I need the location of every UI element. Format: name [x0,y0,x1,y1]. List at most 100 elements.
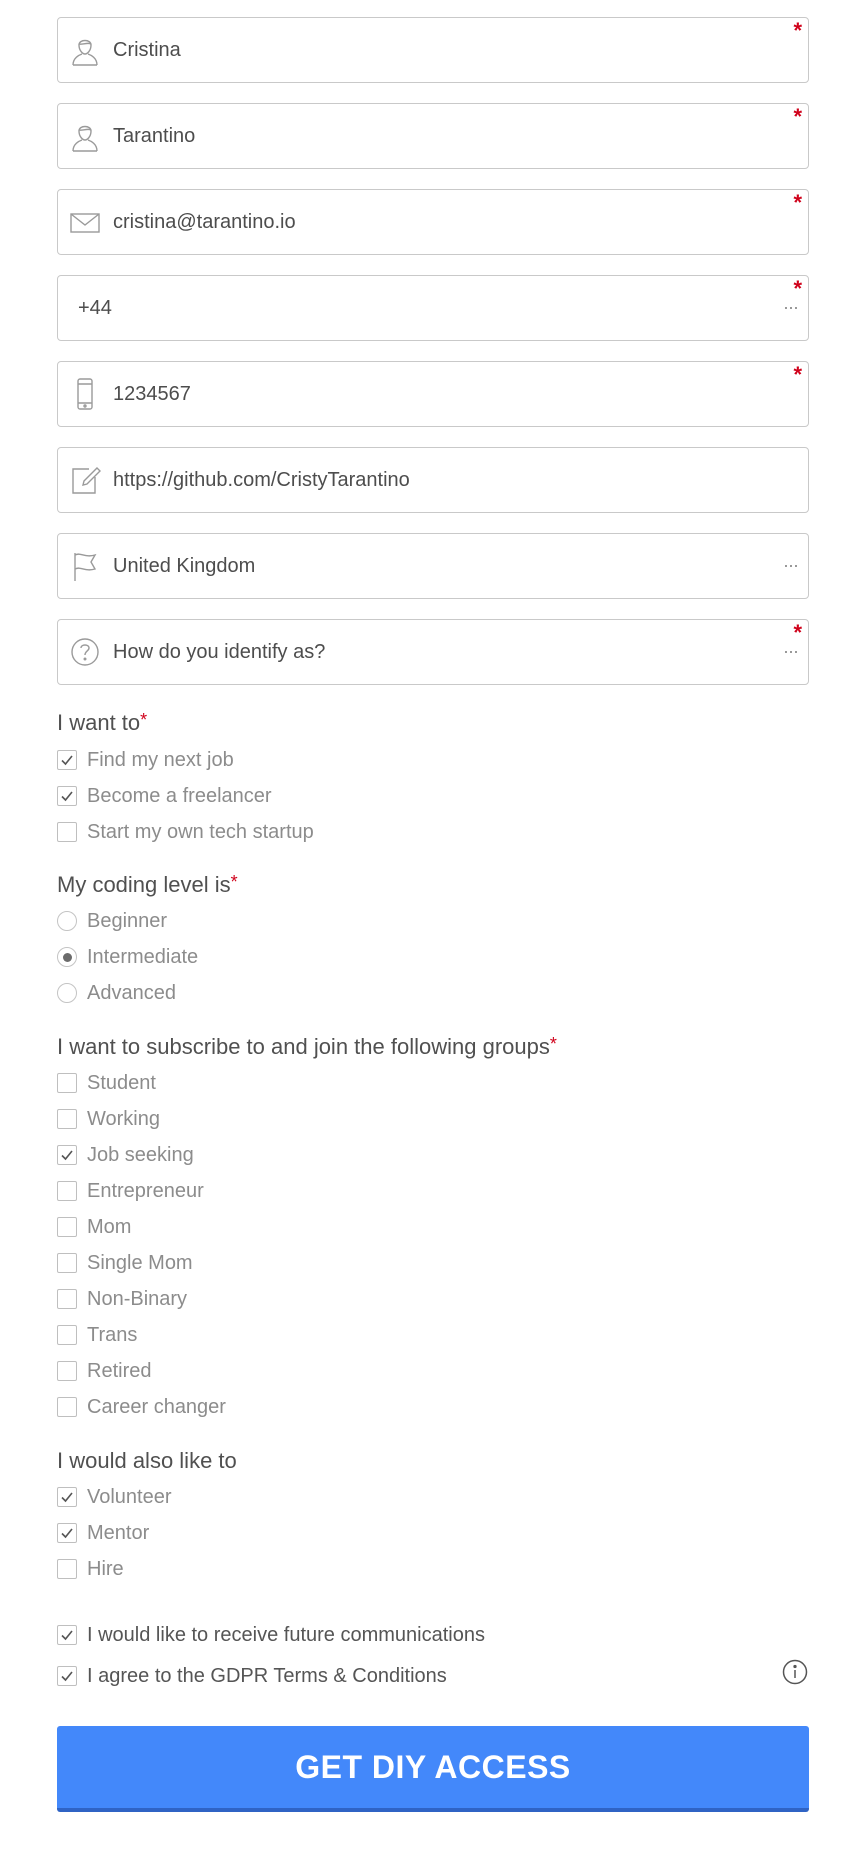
option-label: Mentor [87,1521,150,1544]
country-value: United Kingdom [113,554,256,577]
first-name-value: Cristina [113,38,181,61]
groups-option[interactable]: Entrepreneur [57,1176,204,1206]
want-to-option[interactable]: Find my next job [57,745,234,775]
checkbox[interactable] [57,1289,77,1309]
country-code-select[interactable]: +44 * ··· [57,275,809,341]
radio-button[interactable] [57,911,77,931]
groups-option[interactable]: Job seeking [57,1140,194,1170]
email-value: cristina@tarantino.io [113,210,296,233]
check-icon [61,1492,73,1503]
checkbox[interactable] [57,1625,77,1645]
option-label: Non-Binary [87,1287,188,1310]
checkbox[interactable] [57,750,77,770]
ellipsis-icon: ··· [783,555,799,575]
ellipsis-icon: ··· [783,297,799,317]
option-label: Retired [87,1359,152,1382]
option-label: Single Mom [87,1251,193,1274]
country-select[interactable]: United Kingdom ··· [57,533,809,599]
email-field[interactable]: cristina@tarantino.io * [57,189,809,255]
checkbox[interactable] [57,1666,77,1686]
want-to-title: I want to* [57,710,148,735]
check-icon [61,1671,73,1682]
question-circle-icon [69,635,101,669]
groups-option[interactable]: Trans [57,1320,137,1350]
required-marker: * [793,362,802,387]
coding-level-option[interactable]: Advanced [57,978,176,1008]
coding-level-option[interactable]: Beginner [57,906,167,936]
edit-icon [69,463,101,497]
checkbox[interactable] [57,1487,77,1507]
groups-option[interactable]: Student [57,1068,156,1098]
groups-option[interactable]: Working [57,1104,160,1134]
option-label: Beginner [87,909,168,932]
also-like-option[interactable]: Volunteer [57,1482,172,1512]
checkbox[interactable] [57,1397,77,1417]
option-label: Working [87,1107,160,1130]
checkbox[interactable] [57,786,77,806]
identity-placeholder: How do you identify as? [113,640,326,663]
want-to-option[interactable]: Start my own tech startup [57,817,314,847]
groups-option[interactable]: Non-Binary [57,1284,187,1314]
identity-select[interactable]: How do you identify as? * ··· [57,619,809,685]
checkbox[interactable] [57,1253,77,1273]
also-like-option[interactable]: Mentor [57,1518,149,1548]
check-icon [61,1150,73,1161]
phone-value: 1234567 [113,382,191,405]
first-name-field[interactable]: Cristina * [57,17,809,83]
checkbox[interactable] [57,1523,77,1543]
website-field[interactable]: https://github.com/CristyTarantino [57,447,809,513]
communications-consent-label: I would like to receive future communica… [87,1623,485,1646]
checkbox[interactable] [57,1217,77,1237]
option-label: Start my own tech startup [87,820,314,843]
also-like-option[interactable]: Hire [57,1554,124,1584]
coding-level-option[interactable]: Intermediate [57,942,198,972]
groups-option[interactable]: Single Mom [57,1248,193,1278]
ellipsis-icon: ··· [783,641,799,661]
last-name-value: Tarantino [113,124,196,147]
mobile-phone-icon [69,377,101,411]
option-label: Entrepreneur [87,1179,204,1202]
checkbox[interactable] [57,1559,77,1579]
option-label: Volunteer [87,1485,172,1508]
checkbox[interactable] [57,822,77,842]
gdpr-consent[interactable]: I agree to the GDPR Terms & Conditions [57,1661,447,1691]
option-label: Intermediate [87,945,199,968]
last-name-field[interactable]: Tarantino * [57,103,809,169]
check-icon [61,1528,73,1539]
groups-option[interactable]: Career changer [57,1392,226,1422]
check-icon [61,1630,73,1641]
checkbox[interactable] [57,1181,77,1201]
option-label: Trans [87,1323,138,1346]
option-label: Career changer [87,1395,226,1418]
required-marker: * [793,18,802,43]
groups-option[interactable]: Retired [57,1356,151,1386]
checkbox[interactable] [57,1109,77,1129]
groups-title: I want to subscribe to and join the foll… [57,1034,557,1059]
user-icon [69,119,101,153]
user-icon [69,33,101,67]
gdpr-consent-label: I agree to the GDPR Terms & Conditions [87,1664,447,1687]
phone-field[interactable]: 1234567 * [57,361,809,427]
option-label: Student [87,1071,156,1094]
groups-option[interactable]: Mom [57,1212,131,1242]
radio-dot [62,952,72,962]
country-code-value: +44 [78,296,112,319]
info-icon[interactable] [782,1659,808,1685]
option-label: Advanced [87,981,176,1004]
checkbox[interactable] [57,1145,77,1165]
coding-level-title: My coding level is* [57,872,238,897]
radio-button[interactable] [57,947,77,967]
checkbox[interactable] [57,1325,77,1345]
signup-form: Cristina * Tarantino * cristina@tarantin… [0,0,852,1865]
required-marker: * [793,104,802,129]
option-label: Hire [87,1557,124,1580]
envelope-icon [69,205,101,239]
checkbox[interactable] [57,1361,77,1381]
get-diy-access-button[interactable]: GET DIY ACCESS [57,1726,809,1812]
option-label: Job seeking [87,1143,194,1166]
radio-button[interactable] [57,983,77,1003]
communications-consent[interactable]: I would like to receive future communica… [57,1620,485,1650]
website-value: https://github.com/CristyTarantino [113,468,410,491]
checkbox[interactable] [57,1073,77,1093]
want-to-option[interactable]: Become a freelancer [57,781,272,811]
